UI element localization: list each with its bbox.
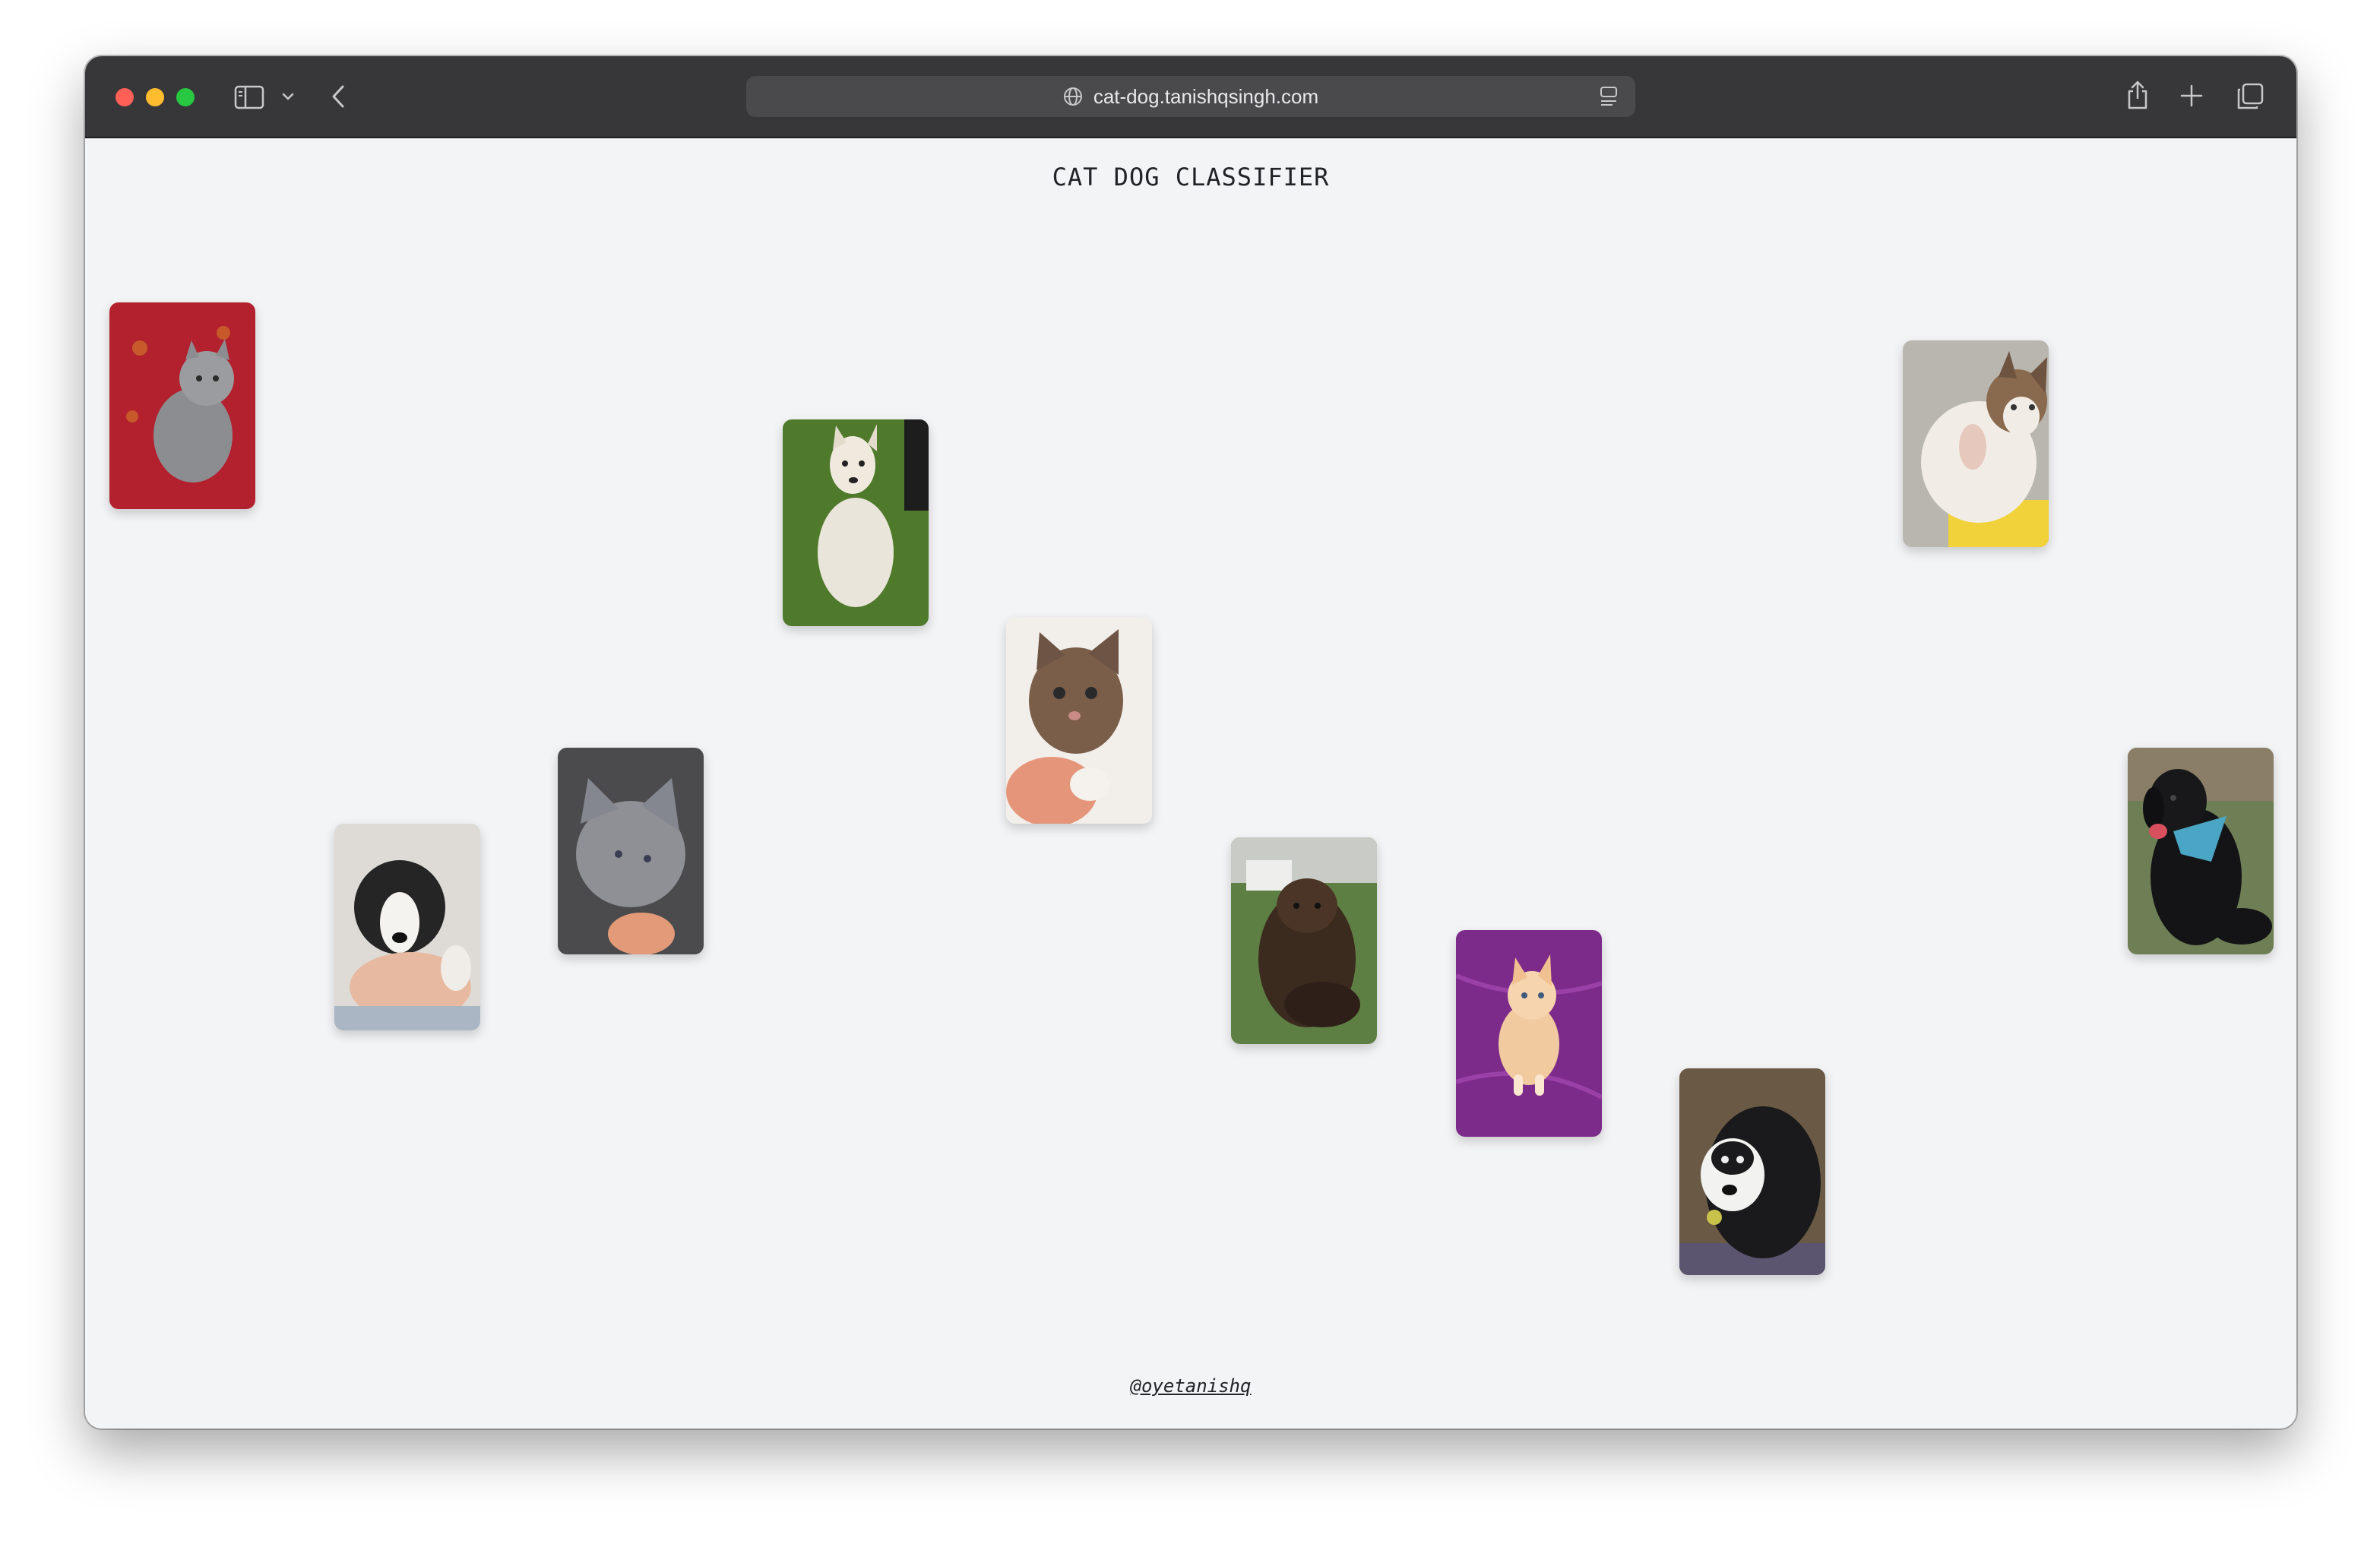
cat-image-card[interactable] <box>1006 617 1152 824</box>
dog-image-card[interactable] <box>1679 1068 1825 1275</box>
zoom-window-button[interactable] <box>176 88 195 106</box>
dog-image-card[interactable] <box>1231 837 1377 1044</box>
dog-image-card[interactable] <box>334 824 480 1030</box>
share-icon[interactable] <box>2125 79 2151 111</box>
page-content: CAT DOG CLASSIFIER @oyetanishq <box>85 138 2296 1429</box>
cat-image-card[interactable] <box>1903 340 2049 547</box>
globe-icon <box>1063 87 1082 106</box>
cat-image-card[interactable] <box>109 302 255 509</box>
browser-window: cat-dog.tanishqsingh.com CAT DOG CLASSIF… <box>85 56 2296 1429</box>
back-arrow-icon[interactable] <box>330 84 347 109</box>
cat-image-card[interactable] <box>558 748 704 954</box>
chevron-down-icon[interactable] <box>281 91 295 102</box>
dog-image-card[interactable] <box>783 419 929 626</box>
browser-toolbar: cat-dog.tanishqsingh.com <box>85 56 2296 138</box>
tabs-overview-icon[interactable] <box>2236 82 2264 111</box>
url-text: cat-dog.tanishqsingh.com <box>1093 84 1319 108</box>
page-title: CAT DOG CLASSIFIER <box>1052 163 1330 191</box>
author-link[interactable]: @oyetanishq <box>1131 1375 1252 1397</box>
cat-image-card[interactable] <box>1456 930 1602 1137</box>
dog-image-card[interactable] <box>2128 748 2274 954</box>
close-window-button[interactable] <box>116 88 134 106</box>
address-bar[interactable]: cat-dog.tanishqsingh.com <box>746 76 1635 117</box>
reader-icon[interactable] <box>1599 85 1619 108</box>
minimize-window-button[interactable] <box>146 88 164 106</box>
new-tab-plus-icon[interactable] <box>2179 84 2204 108</box>
sidebar-icon[interactable] <box>234 85 266 109</box>
